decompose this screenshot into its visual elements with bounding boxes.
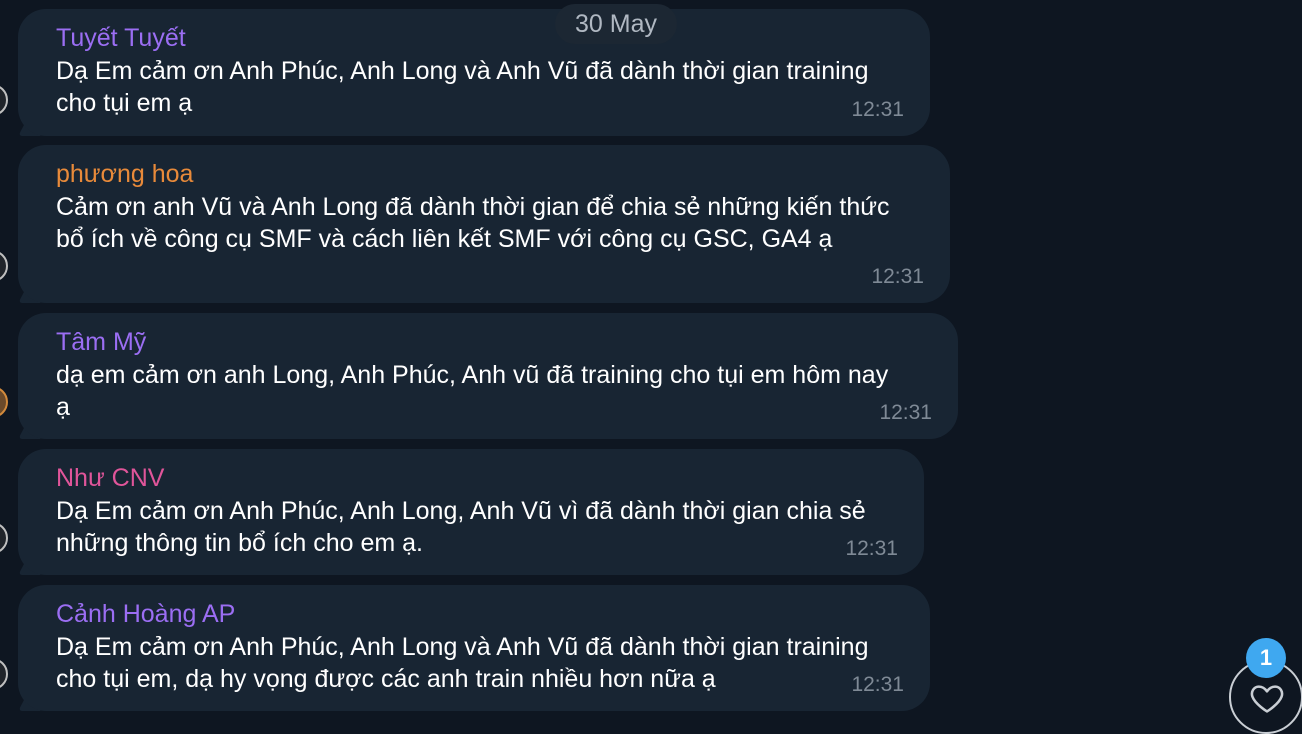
message-bubble[interactable]: Tuyết Tuyết Dạ Em cảm ơn Anh Phúc, Anh L… bbox=[18, 9, 930, 136]
chat-history: 30 May Tuyết Tuyết Dạ Em cảm ơn Anh Phúc… bbox=[0, 0, 1302, 734]
date-separator: 30 May bbox=[555, 4, 677, 44]
avatar[interactable] bbox=[0, 658, 8, 690]
unread-reactions-badge: 1 bbox=[1246, 638, 1286, 678]
message-time: 12:31 bbox=[871, 265, 924, 288]
message-text-line: bổ ích về công cụ SMF và cách liên kết S… bbox=[56, 225, 833, 253]
message-bubble[interactable]: Cảnh Hoàng AP Dạ Em cảm ơn Anh Phúc, Anh… bbox=[18, 585, 930, 711]
message-bubble[interactable]: Tâm Mỹ dạ em cảm ơn anh Long, Anh Phúc, … bbox=[18, 313, 958, 439]
message-text-line: ạ bbox=[56, 393, 70, 421]
heart-icon bbox=[1250, 685, 1284, 713]
avatar[interactable] bbox=[0, 522, 8, 554]
message-text-line: cho tụi em, dạ hy vọng được các anh trai… bbox=[56, 665, 716, 693]
message-time: 12:31 bbox=[845, 537, 898, 560]
message-time: 12:31 bbox=[851, 673, 904, 696]
message-text-line: Dạ Em cảm ơn Anh Phúc, Anh Long, Anh Vũ … bbox=[56, 497, 866, 525]
sender-name[interactable]: Như CNV bbox=[56, 463, 902, 493]
message-text-line: những thông tin bổ ích cho em ạ. bbox=[56, 529, 423, 557]
avatar[interactable] bbox=[0, 386, 8, 418]
message-text-line: Cảm ơn anh Vũ và Anh Long đã dành thời g… bbox=[56, 193, 890, 221]
avatar[interactable] bbox=[0, 250, 8, 282]
message-text-line: dạ em cảm ơn anh Long, Anh Phúc, Anh vũ … bbox=[56, 361, 889, 389]
sender-name[interactable]: Cảnh Hoàng AP bbox=[56, 599, 908, 629]
message-text-line: Dạ Em cảm ơn Anh Phúc, Anh Long và Anh V… bbox=[56, 57, 869, 85]
avatar[interactable] bbox=[0, 84, 8, 116]
sender-name[interactable]: Tâm Mỹ bbox=[56, 327, 936, 357]
message-time: 12:31 bbox=[879, 401, 932, 424]
message-text-line: cho tụi em ạ bbox=[56, 89, 193, 117]
message-bubble[interactable]: Như CNV Dạ Em cảm ơn Anh Phúc, Anh Long,… bbox=[18, 449, 924, 575]
sender-name[interactable]: phương hoa bbox=[56, 159, 928, 189]
message-time: 12:31 bbox=[851, 98, 904, 121]
message-bubble[interactable]: phương hoa Cảm ơn anh Vũ và Anh Long đã … bbox=[18, 145, 950, 303]
message-text-line: Dạ Em cảm ơn Anh Phúc, Anh Long và Anh V… bbox=[56, 633, 869, 661]
sender-name[interactable]: Tuyết Tuyết bbox=[56, 23, 908, 53]
